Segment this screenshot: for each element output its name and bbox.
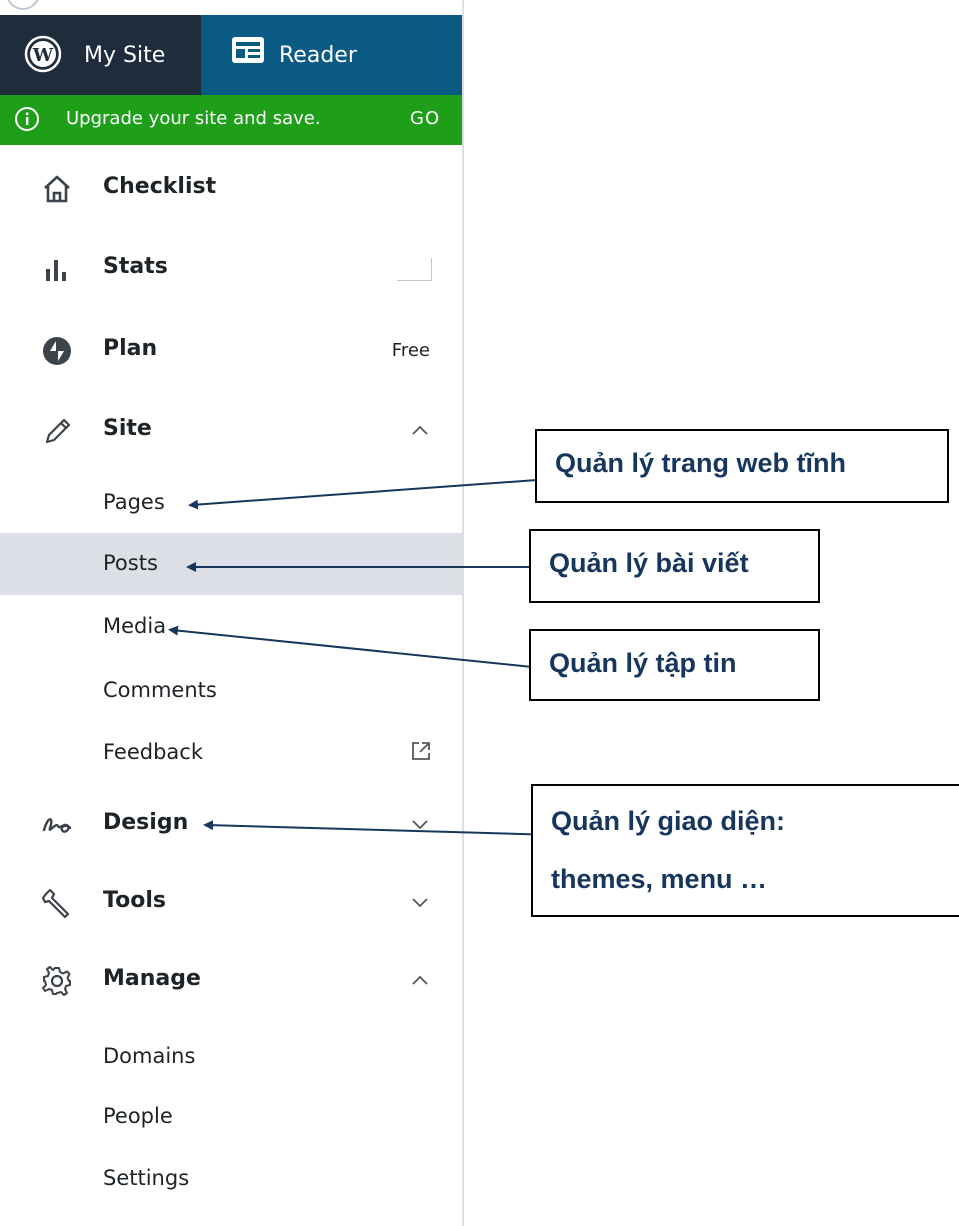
info-icon	[14, 106, 40, 137]
callout-pages-text: Quản lý trang web tĩnh	[555, 448, 847, 478]
sidebar-item-site[interactable]: Site	[0, 400, 462, 460]
chevron-up-icon[interactable]	[408, 968, 432, 992]
sidebar-item-posts[interactable]: Posts	[0, 533, 462, 595]
chevron-down-icon[interactable]	[408, 890, 432, 914]
sidebar-item-label: Comments	[103, 678, 217, 702]
sidebar-item-label: Site	[103, 416, 152, 441]
sidebar-item-media[interactable]: Media	[0, 596, 462, 658]
callout-design: Quản lý giao diện: themes, menu …	[531, 784, 959, 917]
chevron-up-icon[interactable]	[408, 418, 432, 442]
sidebar-item-label: Settings	[103, 1166, 190, 1190]
sidebar-item-domains[interactable]: Domains	[0, 1026, 462, 1088]
sidebar-item-label: Media	[103, 614, 167, 638]
callout-media-text: Quản lý tập tin	[549, 648, 737, 678]
gear-icon	[40, 964, 74, 998]
sidebar-item-pages[interactable]: Pages	[0, 472, 462, 534]
sidebar-item-label: Posts	[103, 551, 158, 575]
bar-chart-icon	[40, 252, 74, 286]
callout-design-line2: themes, menu …	[551, 864, 768, 894]
wordpress-icon: W	[24, 35, 62, 79]
masterbar: W My Site Reader	[0, 15, 462, 95]
reader-icon	[231, 35, 265, 71]
sidebar-item-stats[interactable]: Stats	[0, 238, 462, 298]
callout-pages: Quản lý trang web tĩnh	[535, 429, 949, 503]
pencil-icon	[40, 414, 74, 448]
sidebar-item-settings[interactable]: Settings	[0, 1148, 462, 1210]
upgrade-notice-text: Upgrade your site and save.	[66, 108, 321, 129]
sidebar-item-people[interactable]: People	[0, 1086, 462, 1148]
tab-reader[interactable]: Reader	[201, 15, 462, 95]
tab-my-site[interactable]: W My Site	[0, 15, 201, 95]
sidebar-item-label: Checklist	[103, 174, 217, 199]
sidebar-item-plan[interactable]: Plan Free	[0, 320, 462, 380]
avatar[interactable]	[6, 0, 40, 10]
callout-design-line1: Quản lý giao diện:	[551, 806, 786, 836]
upgrade-notice[interactable]: Upgrade your site and save. GO	[0, 95, 462, 145]
external-link-icon	[410, 740, 432, 766]
sidebar-item-label: People	[103, 1104, 173, 1128]
callout-posts: Quản lý bài viết	[529, 529, 820, 603]
sidebar-item-label: Domains	[103, 1044, 196, 1068]
wrench-icon	[40, 886, 74, 920]
sidebar-item-label: Pages	[103, 490, 165, 514]
stats-sparkline	[397, 258, 432, 281]
sidebar-item-tools[interactable]: Tools	[0, 872, 462, 932]
tab-my-site-label: My Site	[84, 42, 166, 68]
sidebar-item-label: Plan	[103, 336, 158, 361]
sidebar-item-design[interactable]: Design	[0, 794, 462, 854]
sidebar: W My Site Reader Upgrade your site and s…	[0, 0, 464, 1226]
callout-media: Quản lý tập tin	[529, 629, 820, 701]
sidebar-item-label: Tools	[103, 888, 166, 913]
jetpack-bolt-icon	[40, 334, 74, 368]
sidebar-item-manage[interactable]: Manage	[0, 950, 462, 1010]
design-squiggle-icon	[40, 808, 74, 842]
sidebar-item-checklist[interactable]: Checklist	[0, 158, 462, 218]
tab-reader-label: Reader	[279, 42, 357, 68]
home-icon	[40, 172, 74, 206]
sidebar-item-feedback[interactable]: Feedback	[0, 722, 462, 784]
sidebar-item-label: Manage	[103, 966, 201, 991]
sidebar-item-label: Stats	[103, 254, 168, 279]
callout-posts-text: Quản lý bài viết	[549, 548, 749, 578]
sidebar-top-edge	[0, 0, 462, 15]
sidebar-item-comments[interactable]: Comments	[0, 660, 462, 722]
upgrade-go-button[interactable]: GO	[410, 108, 440, 129]
sidebar-item-label: Design	[103, 810, 189, 835]
chevron-down-icon[interactable]	[408, 812, 432, 836]
sidebar-item-label: Feedback	[103, 740, 204, 764]
svg-text:W: W	[32, 45, 54, 66]
plan-badge: Free	[391, 340, 430, 361]
